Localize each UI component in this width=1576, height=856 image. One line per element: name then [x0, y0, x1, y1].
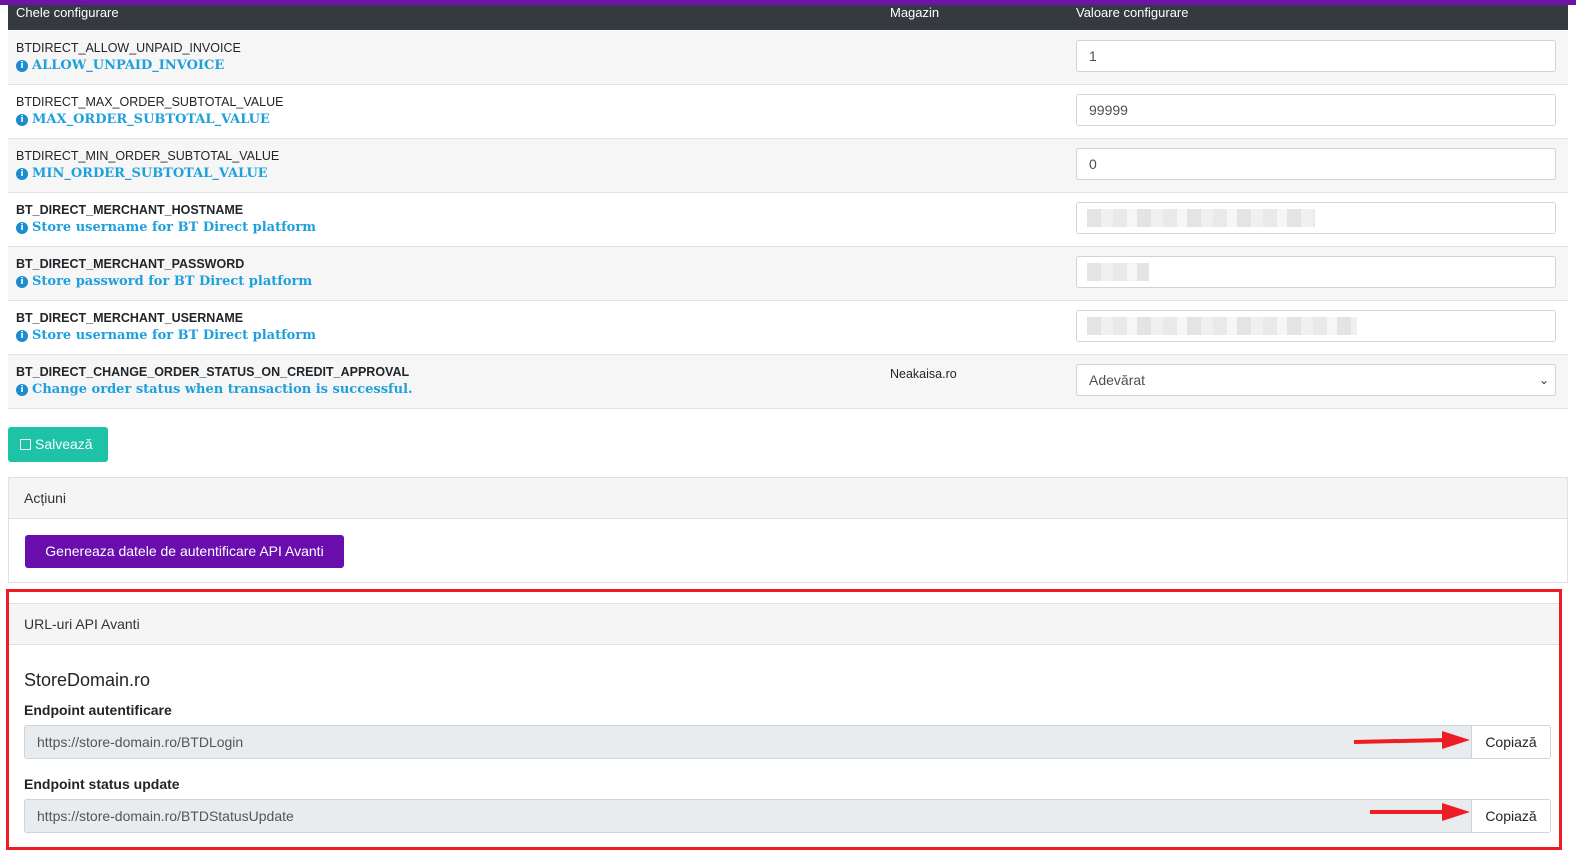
config-row-merchant-hostname: BT_DIRECT_MERCHANT_HOSTNAME i Store usern…	[8, 193, 1568, 247]
config-description: i MAX_ORDER_SUBTOTAL_VALUE	[16, 112, 270, 127]
config-row-min-order-subtotal: BTDIRECT_MIN_ORDER_SUBTOTAL_VALUE i MIN_O…	[8, 139, 1568, 193]
info-circle-icon: i	[16, 114, 28, 126]
config-key: BT_DIRECT_MERCHANT_PASSWORD	[16, 257, 245, 271]
redacted-value	[1087, 317, 1357, 335]
config-store-name: Neakaisa.ro	[890, 367, 957, 381]
header-value-column: Valoare configurare	[1076, 5, 1189, 20]
config-description-text: ALLOW_UNPAID_INVOICE	[32, 58, 225, 73]
config-value-input[interactable]: 0	[1076, 148, 1556, 180]
config-description-text: Store username for BT Direct platform	[32, 220, 316, 235]
config-key: BTDIRECT_MAX_ORDER_SUBTOTAL_VALUE	[16, 95, 284, 109]
info-circle-icon: i	[16, 60, 28, 72]
actions-card-header: Acțiuni	[9, 478, 1567, 519]
select-value: Adevărat	[1089, 372, 1146, 388]
config-description-text: Change order status when transaction is …	[32, 382, 413, 397]
info-circle-icon: i	[16, 168, 28, 180]
config-description: i Change order status when transaction is…	[16, 382, 413, 397]
config-value-input[interactable]: 99999	[1076, 94, 1556, 126]
config-description-text: MAX_ORDER_SUBTOTAL_VALUE	[32, 112, 270, 127]
config-value-input-redacted[interactable]	[1076, 202, 1556, 234]
config-key: BT_DIRECT_CHANGE_ORDER_STATUS_ON_CREDIT_…	[16, 365, 410, 379]
chevron-down-icon: ⌄	[1538, 373, 1549, 387]
config-key: BTDIRECT_MIN_ORDER_SUBTOTAL_VALUE	[16, 149, 280, 163]
actions-card: Acțiuni Genereaza datele de autentificar…	[8, 477, 1568, 583]
info-circle-icon: i	[16, 330, 28, 342]
config-description: i Store password for BT Direct platform	[16, 274, 312, 289]
redacted-value	[1087, 209, 1315, 227]
header-store-column: Magazin	[890, 5, 940, 20]
redacted-value	[1087, 263, 1149, 281]
config-description: i Store username for BT Direct platform	[16, 328, 316, 343]
config-description: i Store username for BT Direct platform	[16, 220, 316, 235]
config-value-input-redacted[interactable]	[1076, 256, 1556, 288]
info-circle-icon: i	[16, 222, 28, 234]
header-key-column: Chele configurare	[16, 5, 119, 20]
config-table-header: Chele configurare Magazin Valoare config…	[8, 5, 1568, 30]
highlight-annotation-box	[6, 589, 1562, 850]
config-row-max-order-subtotal: BTDIRECT_MAX_ORDER_SUBTOTAL_VALUE i MAX_O…	[8, 85, 1568, 139]
info-circle-icon: i	[16, 276, 28, 288]
save-button-label: Salvează	[35, 436, 93, 452]
save-icon	[20, 439, 31, 450]
config-row-change-order-status: BT_DIRECT_CHANGE_ORDER_STATUS_ON_CREDIT_…	[8, 355, 1568, 409]
config-description-text: MIN_ORDER_SUBTOTAL_VALUE	[32, 166, 268, 181]
config-value-input-redacted[interactable]	[1076, 310, 1556, 342]
config-description-text: Store password for BT Direct platform	[32, 274, 313, 289]
config-key: BT_DIRECT_MERCHANT_USERNAME	[16, 311, 244, 325]
info-circle-icon: i	[16, 384, 28, 396]
save-button[interactable]: Salvează	[8, 427, 108, 462]
config-row-allow-unpaid-invoice: BTDIRECT_ALLOW_UNPAID_INVOICE i ALLOW_UNP…	[8, 31, 1568, 85]
config-row-merchant-username: BT_DIRECT_MERCHANT_USERNAME i Store usern…	[8, 301, 1568, 355]
config-row-merchant-password: BT_DIRECT_MERCHANT_PASSWORD i Store passw…	[8, 247, 1568, 301]
config-value-select[interactable]: Adevărat ⌄	[1076, 364, 1556, 396]
config-description-text: Store username for BT Direct platform	[32, 328, 316, 343]
config-value-input[interactable]: 1	[1076, 40, 1556, 72]
config-description: i ALLOW_UNPAID_INVOICE	[16, 58, 224, 73]
generate-api-credentials-button[interactable]: Genereaza datele de autentificare API Av…	[25, 535, 344, 568]
config-description: i MIN_ORDER_SUBTOTAL_VALUE	[16, 166, 268, 181]
config-key: BTDIRECT_ALLOW_UNPAID_INVOICE	[16, 41, 241, 55]
config-key: BT_DIRECT_MERCHANT_HOSTNAME	[16, 203, 244, 217]
